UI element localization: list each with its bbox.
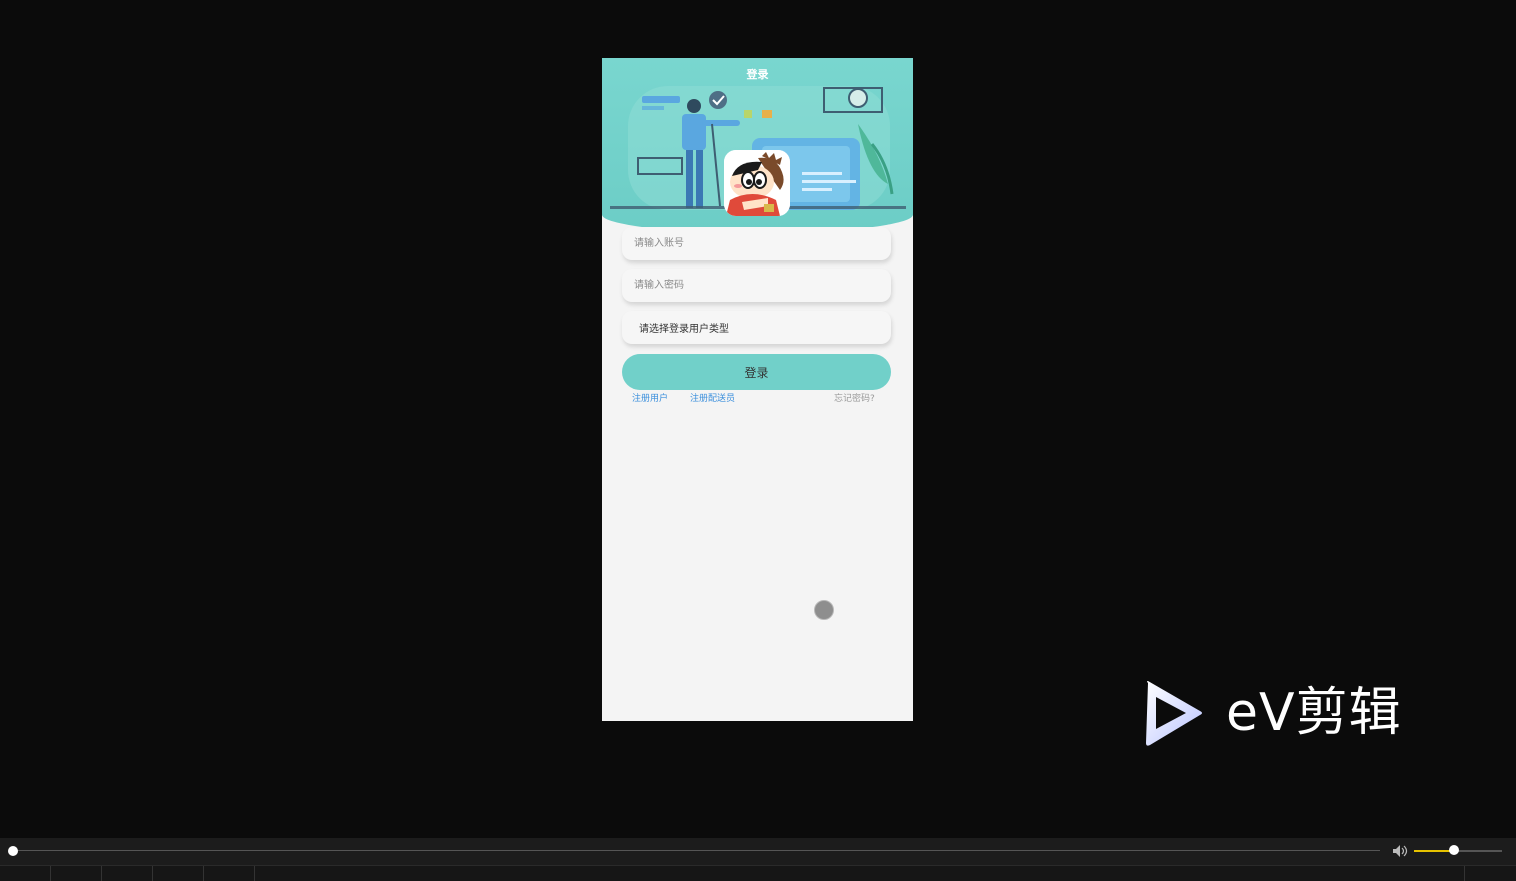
volume-icon[interactable] [1392,844,1408,858]
app-screen: 登录 请输入账号 请选择登录用户类型 登录 注册用户 注册配送员 忘记密码? [602,58,913,721]
app-logo-avatar [724,150,790,216]
account-field[interactable] [622,227,891,260]
progress-track[interactable] [12,850,1380,851]
volume-knob[interactable] [1448,845,1459,855]
register-user-link[interactable]: 注册用户 [632,391,668,404]
video-stage: 登录 请输入账号 请选择登录用户类型 登录 注册用户 注册配送员 忘记密码? e… [0,0,1516,815]
play-logo-icon [1146,681,1202,746]
bar-divider [1464,866,1465,881]
ev-watermark: eV剪辑 [1142,676,1442,750]
user-type-select[interactable]: 请选择登录用户类型 [622,311,891,344]
password-field[interactable] [622,269,891,302]
login-button[interactable]: 登录 [622,354,891,390]
watermark-text: eV剪辑 [1226,683,1402,743]
player-bottom-bar [0,865,1516,881]
volume-fill [1414,850,1454,852]
register-courier-link[interactable]: 注册配送员 [690,391,735,404]
password-input[interactable] [632,279,876,292]
account-input[interactable] [632,237,876,250]
bar-divider [50,866,51,881]
cartoon-avatar-icon [724,150,790,216]
login-header: 登录 [602,58,913,233]
page-title: 登录 [746,68,769,81]
bar-divider [152,866,153,881]
forgot-password-link[interactable]: 忘记密码? [834,391,875,404]
bar-divider [101,866,102,881]
progress-knob[interactable] [8,846,18,856]
user-type-select-value: 请选择登录用户类型 [639,324,729,335]
bar-divider [254,866,255,881]
bar-divider [203,866,204,881]
touch-cursor-indicator [814,600,834,620]
